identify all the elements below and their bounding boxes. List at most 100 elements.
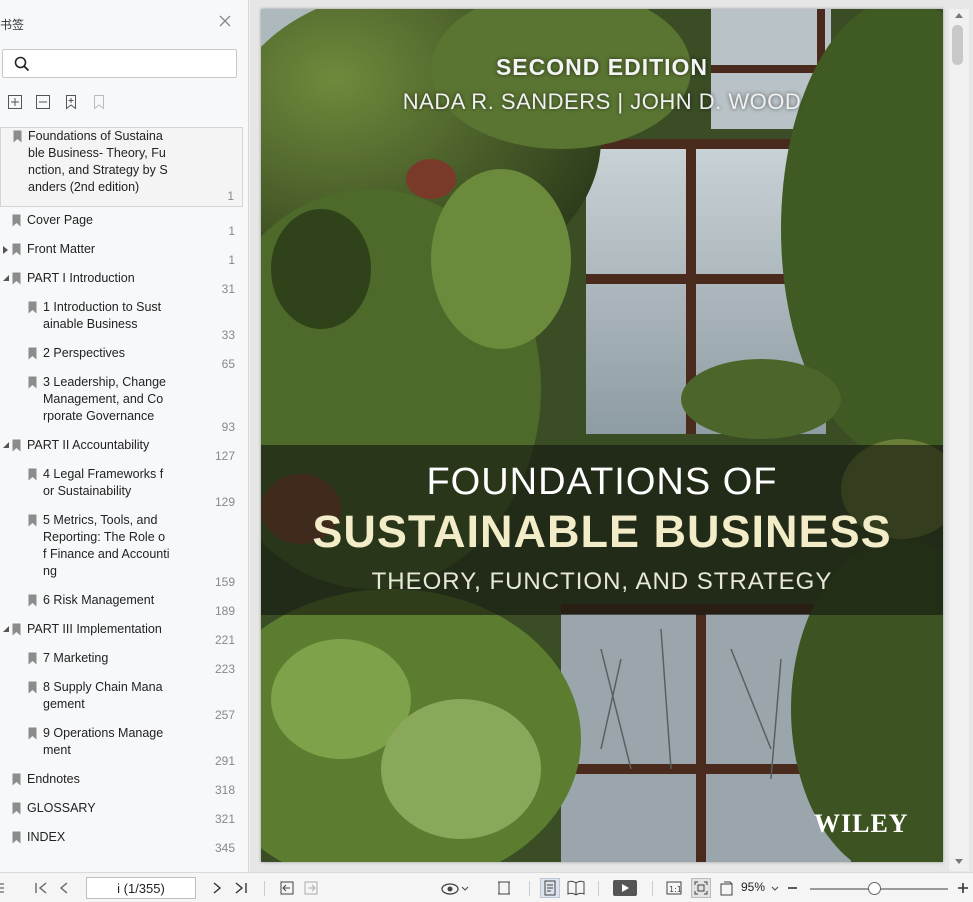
vertical-scrollbar[interactable] (949, 9, 969, 871)
bookmark-page-number: 127 (214, 449, 235, 463)
bookmark-label: 2 Perspectives (43, 346, 125, 360)
cover-photo (261, 9, 943, 862)
eye-view-mode-icon[interactable] (441, 879, 469, 897)
collapse-all-icon[interactable] (35, 94, 51, 110)
bookmark-item[interactable]: PART II Accountability 127 (0, 437, 243, 466)
bookmark-item[interactable]: Foundations of Sustaina ble Business- Th… (0, 127, 243, 207)
bookmark-item[interactable]: PART I Introduction 31 (0, 270, 243, 299)
expand-all-icon[interactable] (7, 94, 23, 110)
collapsed-caret-icon[interactable] (2, 244, 10, 254)
zoom-in-icon[interactable] (957, 879, 969, 897)
bookmark-icon (12, 623, 21, 636)
bookmark-label: PART II Accountability (27, 438, 150, 452)
bookmark-item[interactable]: 6 Risk Management 189 (0, 592, 243, 621)
bookmark-item[interactable]: GLOSSARY 321 (0, 800, 243, 829)
bookmark-icon (12, 773, 21, 786)
bookmark-label: 6 Risk Management (43, 593, 155, 607)
forward-icon[interactable] (304, 879, 318, 897)
back-icon[interactable] (280, 879, 294, 897)
divider (652, 881, 653, 896)
bookmark-icon (12, 831, 21, 844)
zoom-level[interactable]: 95% (741, 880, 765, 894)
search-icon (14, 56, 30, 72)
bookmark-icon (12, 802, 21, 815)
cover-title-line2: SUSTAINABLE BUSINESS (312, 506, 892, 557)
bookmark-item[interactable]: Front Matter 1 (0, 241, 243, 270)
document-view[interactable]: SECOND EDITION NADA R. SANDERS | JOHN D.… (250, 0, 973, 872)
zoom-out-icon[interactable] (787, 879, 799, 897)
bookmark-icon (28, 376, 37, 389)
bookmark-page-number: 1 (228, 224, 235, 238)
rotate-page-icon[interactable] (718, 879, 736, 897)
panel-toggle-icon[interactable] (0, 879, 6, 897)
divider (264, 881, 265, 896)
bookmark-item[interactable]: 4 Legal Frameworks f or Sustainability 12… (0, 466, 243, 512)
bookmark-item[interactable]: 8 Supply Chain Mana gement 257 (0, 679, 243, 725)
bookmark-page-number: 1 (227, 189, 234, 203)
bookmark-item[interactable]: 3 Leadership, Change Management, and Co … (0, 374, 243, 437)
bookmark-label: 1 Introduction to Sust ainable Business (43, 300, 162, 331)
bookmark-label: 9 Operations Manage ment (43, 726, 164, 757)
bookmark-page-number: 257 (214, 708, 235, 722)
scroll-up-arrow-icon[interactable] (955, 13, 963, 18)
divider (529, 881, 530, 896)
zoom-slider-thumb[interactable] (868, 882, 881, 895)
bookmark-label: GLOSSARY (27, 801, 96, 815)
fit-page-icon[interactable] (691, 878, 711, 898)
scroll-thumb[interactable] (952, 25, 963, 65)
bookmark-label: 4 Legal Frameworks f or Sustainability (43, 467, 164, 498)
divider (598, 881, 599, 896)
scroll-down-arrow-icon[interactable] (955, 859, 963, 864)
bookmark-page-number: 65 (221, 357, 235, 371)
fit-width-icon[interactable] (496, 879, 512, 897)
next-page-icon[interactable] (211, 879, 223, 897)
expanded-caret-icon[interactable] (2, 624, 10, 634)
expanded-caret-icon[interactable] (2, 273, 10, 283)
bookmark-label: INDEX (27, 830, 66, 844)
book-cover-page: SECOND EDITION NADA R. SANDERS | JOHN D.… (261, 9, 943, 862)
bookmark-icon (12, 439, 21, 452)
bookmark-item[interactable]: 2 Perspectives 65 (0, 345, 243, 374)
bookmark-item[interactable]: Cover Page 1 (0, 212, 243, 241)
bookmark-item[interactable]: Endnotes 318 (0, 771, 243, 800)
pdf-reader-window: 书签 Foundations of Sustaina ble Business-… (0, 0, 973, 902)
close-icon[interactable] (218, 14, 232, 28)
last-page-icon[interactable] (234, 879, 248, 897)
zoom-dropdown-icon[interactable] (771, 879, 779, 897)
bookmark-icon (12, 243, 21, 256)
bookmark-icon (28, 301, 37, 314)
play-slideshow-icon[interactable] (613, 879, 637, 897)
bookmark-item[interactable]: INDEX 345 (0, 829, 243, 858)
expanded-caret-icon[interactable] (2, 440, 10, 450)
cover-edition: SECOND EDITION (495, 54, 709, 80)
first-page-icon[interactable] (34, 879, 48, 897)
search-input[interactable] (37, 54, 232, 74)
bookmark-page-number: 221 (214, 633, 235, 647)
bookmark-item[interactable]: PART III Implementation 221 (0, 621, 243, 650)
actual-size-icon[interactable]: 1:1 (666, 879, 682, 897)
panel-title: 书签 (0, 18, 25, 32)
bookmark-item[interactable]: 5 Metrics, Tools, and Reporting: The Rol… (0, 512, 243, 592)
bookmark-label: PART III Implementation (27, 622, 162, 636)
bookmark-icon (28, 594, 37, 607)
previous-page-icon[interactable] (58, 879, 70, 897)
svg-text:1:1: 1:1 (669, 885, 682, 894)
bookmark-item[interactable]: 7 Marketing 223 (0, 650, 243, 679)
bookmark-label: 3 Leadership, Change Management, and Co … (43, 375, 167, 423)
bookmark-page-number: 93 (221, 420, 235, 434)
bookmark-page-number: 31 (221, 282, 235, 296)
bookmark-label: Endnotes (27, 772, 80, 786)
bookmark-label: 8 Supply Chain Mana gement (43, 680, 163, 711)
add-bookmark-icon[interactable] (63, 94, 79, 110)
bookmark-label: Front Matter (27, 242, 96, 256)
bookmark-page-number: 321 (214, 812, 235, 826)
bookmark-icon (28, 347, 37, 360)
bookmark-page-number: 291 (214, 754, 235, 768)
single-page-icon[interactable] (540, 878, 560, 898)
bookmark-item[interactable]: 9 Operations Manage ment 291 (0, 725, 243, 771)
bookmark-item[interactable]: 1 Introduction to Sust ainable Business 3… (0, 299, 243, 345)
delete-bookmark-icon[interactable] (91, 94, 107, 110)
two-page-icon[interactable] (566, 879, 586, 897)
page-number-input[interactable] (86, 877, 196, 899)
bookmark-search-box[interactable] (2, 49, 237, 78)
